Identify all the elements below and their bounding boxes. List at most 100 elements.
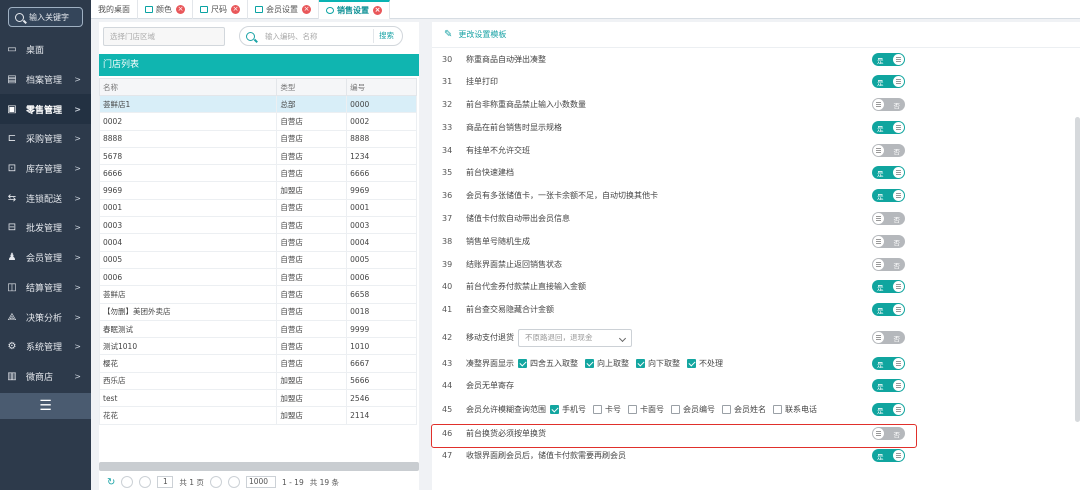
sidebar-item-11[interactable]: ▥ 微商店 > [0,362,91,392]
tab-3[interactable]: 会员设置 × [248,0,319,19]
sidebar-search[interactable]: 输入关键字 [8,7,83,27]
sidebar-item-10[interactable]: ⚙ 系统管理 > [0,332,91,362]
close-icon[interactable]: × [302,5,311,14]
sidebar-item-3[interactable]: ⊏ 采购管理 > [0,124,91,154]
sidebar-item-7[interactable]: ♟ 会员管理 > [0,243,91,273]
setting-toggle[interactable]: 是 [872,75,905,88]
store-region-select[interactable]: 选择门店区域 [103,26,225,46]
checkbox-icon[interactable] [671,405,680,414]
store-search-button[interactable]: 搜索 [373,29,399,43]
setting-toggle[interactable]: 是 [872,189,905,202]
table-row[interactable]: 9969 加盟店 9969 [98,181,417,200]
sidebar-item-4[interactable]: ⊡ 库存管理 > [0,154,91,184]
table-row[interactable]: 【勿删】美团外卖店 自营店 0018 [98,302,417,321]
setting-toggle[interactable]: 是 [872,357,905,370]
menu-collapse-button[interactable]: ☰ [0,393,91,420]
tab-4[interactable]: 销售设置 × [319,0,390,19]
tab-1[interactable]: 颜色 × [138,0,193,19]
pager-next-button[interactable] [209,476,222,488]
option-checkbox[interactable]: 卡面号 [628,404,664,415]
checkbox-icon[interactable] [593,405,602,414]
horizontal-scrollbar[interactable] [99,462,419,471]
option-checkbox[interactable]: 联系电话 [773,404,817,415]
refresh-icon[interactable]: ↻ [107,477,115,488]
table-row[interactable]: 0002 自营店 0002 [98,112,417,131]
table-row[interactable]: 8888 自营店 8888 [98,129,417,148]
table-cell: 测试1010 [98,337,278,356]
toggle-text: 否 [893,101,901,110]
table-row[interactable]: test 加盟店 2546 [98,389,417,408]
setting-toggle[interactable]: 是 [872,121,905,134]
close-icon[interactable]: × [231,5,240,14]
column-header[interactable]: 编号 [346,78,417,96]
setting-toggle[interactable]: 否 [872,331,905,344]
setting-toggle[interactable]: 否 [872,258,905,271]
pager-size-select[interactable]: 1000 [245,476,276,488]
table-row[interactable]: 樱花 自营店 6667 [98,354,417,373]
sidebar-item-6[interactable]: ⊟ 批发管理 > [0,213,91,243]
table-row[interactable]: 5678 自营店 1234 [98,146,417,166]
table-cell: 0005 [346,250,417,269]
setting-toggle[interactable]: 是 [872,166,905,179]
checkbox-icon[interactable] [687,359,696,368]
close-icon[interactable]: × [176,5,185,14]
option-checkbox[interactable]: 不处理 [687,358,723,369]
table-cell: 9999 [346,319,417,339]
pager-last-button[interactable] [227,476,240,488]
pager-page-input[interactable]: 1 [157,476,174,488]
tab-0[interactable]: 我的桌面 [91,0,138,19]
table-row[interactable]: 荟鲜店 自营店 6658 [98,285,417,304]
sidebar-item-9[interactable]: ⟁ 决策分析 > [0,302,91,332]
sidebar-item-5[interactable]: ⇆ 连锁配送 > [0,183,91,213]
checkbox-icon[interactable] [550,405,559,414]
table-row[interactable]: 荟鲜店1 总部 0000 [98,94,417,114]
checkbox-icon[interactable] [636,359,645,368]
refund-mode-select[interactable]: 不原路退回，退现金 [518,328,632,347]
table-row[interactable]: 春眠测试 自营店 9999 [98,319,417,339]
table-row[interactable]: 西乐店 加盟店 5666 [98,371,417,391]
sidebar-item-2[interactable]: ▣ 零售管理 > [0,94,91,125]
table-row[interactable]: 测试1010 自营店 1010 [98,337,417,356]
table-cell: 6667 [346,354,417,373]
checkbox-icon[interactable] [722,405,731,414]
close-icon[interactable]: × [373,6,382,15]
option-checkbox[interactable]: 向上取整 [585,358,629,369]
option-checkbox[interactable]: 会员编号 [671,404,715,415]
option-checkbox[interactable]: 会员姓名 [722,404,766,415]
option-checkbox[interactable]: 卡号 [593,404,621,415]
checkbox-icon[interactable] [585,359,594,368]
table-row[interactable]: 0004 自营店 0004 [98,233,417,252]
setting-toggle[interactable]: 否 [872,212,905,225]
checkbox-icon[interactable] [628,405,637,414]
option-checkbox[interactable]: 四舍五入取整 [518,358,578,369]
option-checkbox[interactable]: 手机号 [550,404,586,415]
setting-toggle[interactable]: 否 [872,235,905,248]
checkbox-icon[interactable] [773,405,782,414]
change-template-link[interactable]: ✎ 更改设置模板 [432,22,1080,48]
pager-first-button[interactable] [121,476,134,488]
setting-toggle[interactable]: 是 [872,403,905,416]
table-row[interactable]: 0001 自营店 0001 [98,198,417,218]
sidebar-item-1[interactable]: ▤ 档案管理 > [0,65,91,95]
setting-toggle[interactable]: 否 [872,144,905,157]
column-header[interactable]: 类型 [276,78,348,96]
table-row[interactable]: 0006 自营店 0006 [98,267,417,287]
table-row[interactable]: 花花 加盟店 2114 [98,406,417,425]
tab-2[interactable]: 尺码 × [193,0,248,19]
setting-toggle[interactable]: 是 [872,280,905,293]
pager-prev-button[interactable] [139,476,152,488]
sidebar-item-0[interactable]: ▭ 桌面 [0,35,91,65]
store-search-input[interactable]: 输入编码、名称 搜索 [239,26,403,46]
setting-toggle[interactable]: 是 [872,449,905,462]
table-row[interactable]: 0005 自营店 0005 [98,250,417,269]
setting-toggle[interactable]: 是 [872,379,905,392]
table-row[interactable]: 0003 自营店 0003 [98,216,417,235]
table-row[interactable]: 6666 自营店 6666 [98,164,417,183]
checkbox-icon[interactable] [518,359,527,368]
setting-toggle[interactable]: 是 [872,53,905,66]
option-checkbox[interactable]: 向下取整 [636,358,680,369]
setting-toggle[interactable]: 否 [872,98,905,111]
column-header[interactable]: 名称 [98,78,278,96]
sidebar-item-8[interactable]: ◫ 结算管理 > [0,273,91,303]
setting-toggle[interactable]: 是 [872,303,905,316]
